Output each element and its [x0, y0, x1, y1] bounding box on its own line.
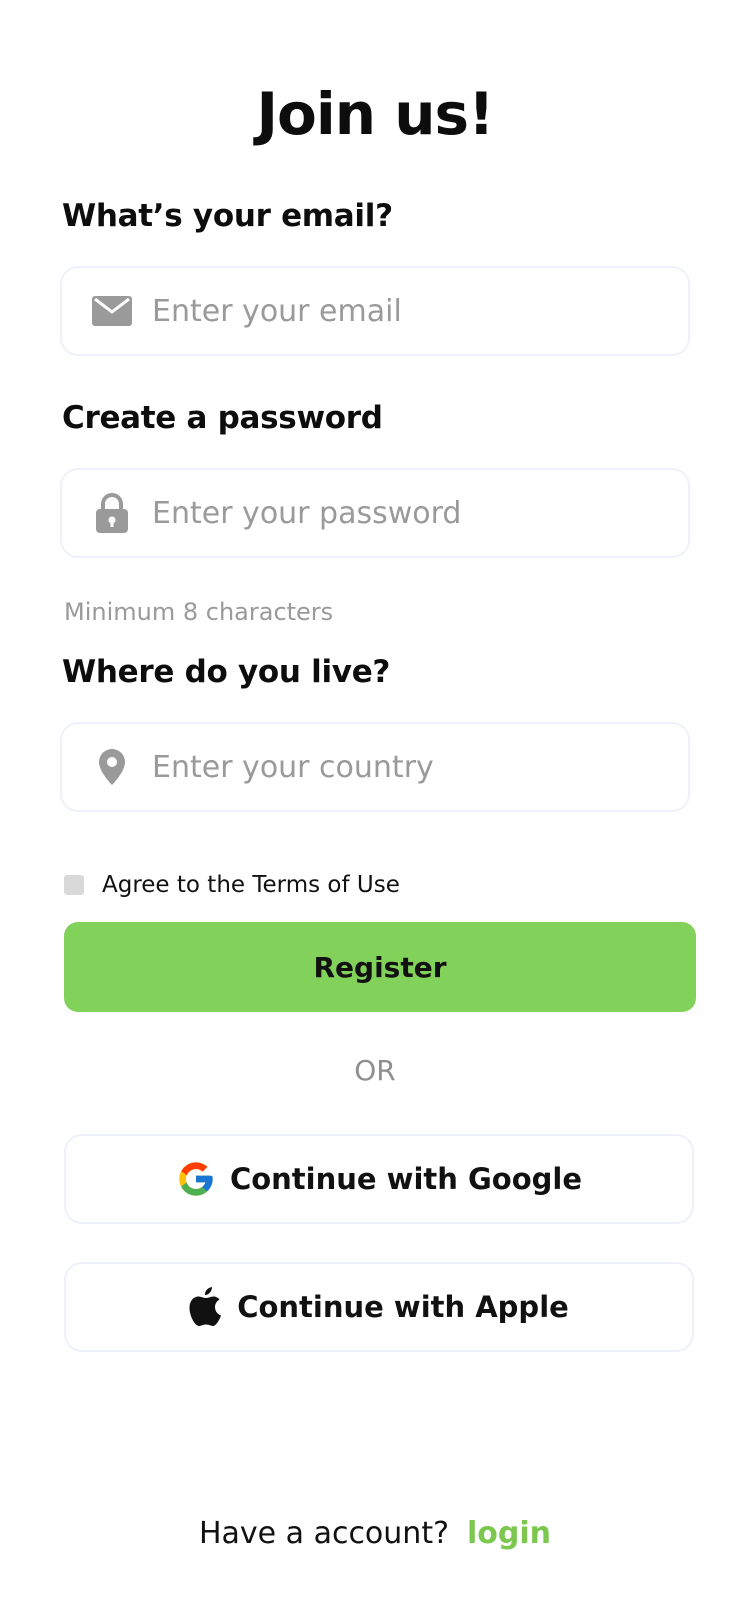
- apple-button-label: Continue with Apple: [237, 1290, 569, 1324]
- password-input[interactable]: [152, 495, 652, 531]
- email-field[interactable]: [60, 266, 690, 356]
- email-input[interactable]: [152, 293, 652, 329]
- apple-icon: [189, 1287, 223, 1327]
- login-link[interactable]: login: [467, 1516, 551, 1551]
- password-label: Create a password: [62, 400, 383, 436]
- terms-label: Agree to the Terms of Use: [102, 872, 400, 898]
- google-button-label: Continue with Google: [229, 1162, 583, 1196]
- apple-signin-button[interactable]: Continue with Apple: [64, 1262, 694, 1352]
- lock-icon: [90, 493, 134, 533]
- password-hint: Minimum 8 characters: [64, 598, 334, 626]
- google-icon: [176, 1159, 216, 1199]
- login-prompt: Have a account? login: [0, 1516, 750, 1551]
- password-field[interactable]: [60, 468, 690, 558]
- google-signin-button[interactable]: Continue with Google: [64, 1134, 694, 1224]
- signup-screen: Join us! What’s your email? Create a pas…: [0, 0, 750, 1624]
- login-question: Have a account?: [198, 1516, 450, 1551]
- country-field[interactable]: [60, 722, 690, 812]
- country-input[interactable]: [152, 749, 652, 785]
- terms-row[interactable]: Agree to the Terms of Use: [64, 872, 400, 898]
- email-label: What’s your email?: [62, 198, 393, 234]
- page-title: Join us!: [256, 80, 494, 148]
- envelope-icon: [90, 296, 134, 326]
- register-button[interactable]: Register: [64, 922, 696, 1012]
- location-pin-icon: [90, 749, 134, 785]
- terms-checkbox[interactable]: [64, 875, 84, 895]
- or-divider: OR: [354, 1054, 396, 1087]
- country-label: Where do you live?: [62, 654, 391, 690]
